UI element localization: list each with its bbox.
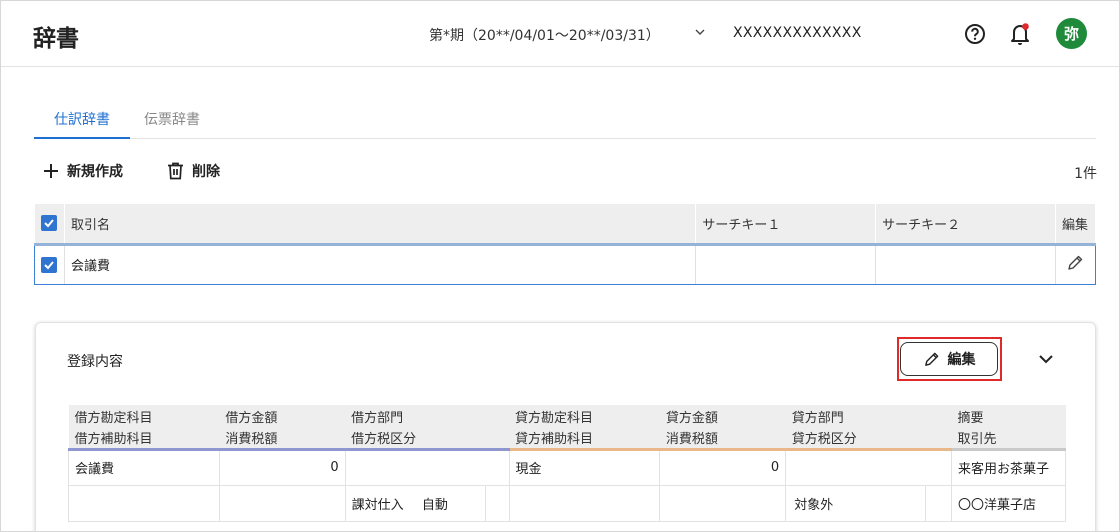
- header-credit-amount: 貸方金額: [659, 405, 786, 427]
- column-header-search-key-1[interactable]: サーチキー１: [695, 204, 877, 246]
- header-credit-department: 貸方部門: [785, 405, 952, 427]
- header-partner: 取引先: [951, 427, 1066, 451]
- credit-account-value: 現金: [508, 448, 661, 486]
- company-name: XXXXXXXXXXXXX: [733, 25, 862, 41]
- row-edit-cell: [1055, 243, 1097, 285]
- table-row: 会議費 0 現金 0 来客用お茶菓子: [68, 448, 1067, 486]
- detail-title: 登録内容: [67, 354, 123, 370]
- credit-sub-account-value: [508, 484, 661, 522]
- row-checkbox[interactable]: [41, 256, 57, 273]
- debit-tax-class-text: 課対仕入: [351, 497, 404, 513]
- dictionary-list-table: 取引名 サーチキー１ サーチキー２ 編集 会議費: [34, 204, 1097, 285]
- row-checkbox-cell: [34, 243, 65, 285]
- header-credit-tax-amount: 消費税額: [659, 427, 786, 451]
- select-all-checkbox-cell: [34, 204, 65, 246]
- registration-detail-card: 登録内容 編集 借方勘定科目 借方金額 借方部門 貸方勘定科目 貸方金額 貸方部…: [35, 322, 1096, 531]
- record-count: 1件: [1074, 166, 1097, 182]
- credit-tax-class-value: 対象外: [785, 484, 926, 522]
- fiscal-period-selector[interactable]: 第*期（20**/04/01〜20**/03/31）: [429, 25, 660, 45]
- page-title: 辞書: [33, 26, 79, 52]
- avatar[interactable]: 弥: [1056, 18, 1087, 49]
- credit-amount-value: 0: [659, 448, 787, 486]
- header-credit-tax-class: 貸方税区分: [785, 427, 952, 451]
- header-description: 摘要: [951, 405, 1066, 427]
- new-create-label: 新規作成: [67, 164, 123, 180]
- help-icon[interactable]: [964, 23, 986, 45]
- header-credit-sub-account: 貸方補助科目: [509, 427, 660, 451]
- chevron-down-icon[interactable]: [693, 25, 707, 39]
- column-header-search-key-2[interactable]: サーチキー２: [875, 204, 1056, 246]
- tab-journal-dictionary[interactable]: 仕訳辞書: [34, 109, 130, 139]
- partner-value: 〇〇洋菓子店: [950, 484, 1067, 522]
- header-debit-tax-class: 借方税区分: [345, 427, 510, 451]
- credit-tax-extra-cell: [925, 484, 952, 522]
- header-debit-amount: 借方金額: [219, 405, 346, 427]
- debit-sub-account-value: [68, 484, 220, 522]
- debit-tax-class-value: 課対仕入 自動: [344, 484, 486, 522]
- app-header: 辞書 第*期（20**/04/01〜20**/03/31） XXXXXXXXXX…: [1, 1, 1119, 67]
- check-icon: [44, 260, 54, 269]
- plus-icon: [44, 164, 58, 178]
- row-name: 会議費: [64, 243, 697, 285]
- debit-account-value: 会議費: [68, 448, 220, 486]
- table-row[interactable]: 会議費: [34, 243, 1097, 285]
- debit-tax-amount-value: [218, 484, 346, 522]
- edit-button-label: 編集: [947, 352, 976, 368]
- debit-tax-mode-text: 自動: [421, 497, 448, 513]
- trash-icon: [168, 162, 183, 180]
- debit-tax-extra-cell: [484, 484, 510, 522]
- check-icon: [43, 219, 54, 228]
- credit-tax-amount-value: [659, 484, 787, 522]
- row-search-key-2: [875, 243, 1056, 285]
- table-row: 課対仕入 自動 対象外 〇〇洋菓子店: [68, 484, 1067, 522]
- header-debit-account: 借方勘定科目: [68, 405, 220, 427]
- header-debit-department: 借方部門: [345, 405, 510, 427]
- description-value: 来客用お茶菓子: [950, 448, 1067, 486]
- pencil-icon: [924, 352, 938, 366]
- tab-slip-dictionary[interactable]: 伝票辞書: [144, 109, 200, 137]
- header-debit-sub-account: 借方補助科目: [68, 427, 220, 451]
- app-window: 辞書 第*期（20**/04/01〜20**/03/31） XXXXXXXXXX…: [0, 0, 1120, 532]
- header-debit-tax-amount: 消費税額: [219, 427, 346, 451]
- debit-department-value: [344, 448, 510, 486]
- edit-button[interactable]: 編集: [900, 342, 998, 376]
- column-header-name[interactable]: 取引名: [64, 204, 697, 246]
- column-header-edit: 編集: [1055, 204, 1097, 246]
- journal-detail-table: 借方勘定科目 借方金額 借方部門 貸方勘定科目 貸方金額 貸方部門 摘要 借方補…: [68, 405, 1067, 522]
- pencil-icon[interactable]: [1066, 254, 1084, 272]
- new-create-button[interactable]: 新規作成: [43, 161, 123, 181]
- chevron-down-icon[interactable]: [1036, 349, 1056, 369]
- select-all-checkbox[interactable]: [40, 215, 57, 232]
- delete-label: 削除: [192, 164, 220, 180]
- credit-department-value: [785, 448, 952, 486]
- row-search-key-1: [695, 243, 877, 285]
- dictionary-tabs: 仕訳辞書 伝票辞書: [34, 101, 1096, 139]
- debit-amount-value: 0: [218, 448, 346, 486]
- notification-bell-icon[interactable]: [1009, 21, 1031, 47]
- header-credit-account: 貸方勘定科目: [509, 405, 660, 427]
- credit-tax-class-text: 対象外: [794, 497, 834, 513]
- delete-button[interactable]: 削除: [167, 161, 220, 181]
